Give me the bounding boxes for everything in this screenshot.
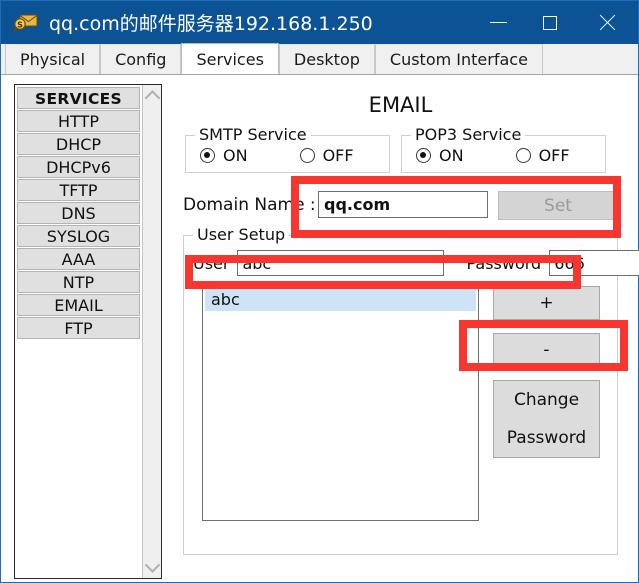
user-actions: + - Change Password xyxy=(493,286,600,458)
pop3-on-radio[interactable] xyxy=(416,148,431,163)
chevron-down-icon xyxy=(144,557,161,573)
remove-user-button[interactable]: - xyxy=(493,333,600,367)
domain-name-row: Domain Name : Set xyxy=(173,191,628,221)
user-setup-label: User Setup xyxy=(193,225,290,244)
tab-config[interactable]: Config xyxy=(100,44,182,74)
svg-text:S: S xyxy=(17,20,23,29)
sidebar-scrollbar[interactable] xyxy=(142,85,161,578)
sidebar-item-tftp[interactable]: TFTP xyxy=(17,179,140,201)
password-label: Password xyxy=(466,253,542,273)
email-panel: EMAIL SMTP Service ON OFF POP3 Service O… xyxy=(173,79,639,582)
domain-name-label: Domain Name : xyxy=(183,195,316,215)
user-list[interactable]: abc xyxy=(202,286,479,521)
pop3-radio-row: ON OFF xyxy=(402,146,605,165)
pop3-service-group: POP3 Service ON OFF xyxy=(401,125,606,173)
smtp-on-label: ON xyxy=(223,146,248,165)
change-password-line-1: Change xyxy=(513,390,580,410)
pop3-off-radio[interactable] xyxy=(515,148,531,163)
maximize-icon xyxy=(543,15,557,30)
chevron-up-icon xyxy=(144,90,161,106)
change-password-line-2: Password xyxy=(506,428,587,448)
password-input[interactable] xyxy=(549,250,639,276)
smtp-radio-row: ON OFF xyxy=(186,146,389,165)
sidebar-item-ftp[interactable]: FTP xyxy=(17,317,140,339)
pop3-service-label: POP3 Service xyxy=(411,125,526,144)
tab-custom-interface[interactable]: Custom Interface xyxy=(374,44,543,74)
smtp-on-radio[interactable] xyxy=(200,148,215,163)
title-bar: S qq.com的邮件服务器192.168.1.250 xyxy=(1,1,638,44)
smtp-off-label: OFF xyxy=(322,146,354,165)
sidebar-item-ntp[interactable]: NTP xyxy=(17,271,140,293)
add-user-button[interactable]: + xyxy=(493,286,600,320)
smtp-service-group: SMTP Service ON OFF xyxy=(185,125,390,173)
tab-desktop[interactable]: Desktop xyxy=(278,44,375,74)
window-controls xyxy=(472,1,638,44)
scroll-down-button[interactable] xyxy=(143,557,162,576)
pop3-on-label: ON xyxy=(439,146,464,165)
minimize-icon xyxy=(489,22,507,23)
close-button[interactable] xyxy=(576,1,638,44)
minimize-button[interactable] xyxy=(472,1,524,44)
smtp-service-label: SMTP Service xyxy=(195,125,311,144)
smtp-off-radio[interactable] xyxy=(299,148,315,163)
domain-name-input[interactable] xyxy=(318,191,488,218)
services-sidebar: SERVICES HTTP DHCP DHCPv6 TFTP DNS SYSLO… xyxy=(14,84,162,579)
scroll-up-button[interactable] xyxy=(143,87,162,106)
tab-content-services: SERVICES HTTP DHCP DHCPv6 TFTP DNS SYSLO… xyxy=(1,75,639,582)
sidebar-item-aaa[interactable]: AAA xyxy=(17,248,140,270)
sidebar-item-dhcp[interactable]: DHCP xyxy=(17,133,140,155)
change-password-button[interactable]: Change Password xyxy=(493,380,600,458)
tab-services[interactable]: Services xyxy=(181,43,279,74)
sidebar-header-services: SERVICES xyxy=(17,87,140,109)
sidebar-item-syslog[interactable]: SYSLOG xyxy=(17,225,140,247)
sidebar-item-email[interactable]: EMAIL xyxy=(17,294,140,316)
pop3-off-label: OFF xyxy=(538,146,570,165)
set-button[interactable]: Set xyxy=(498,191,618,220)
user-label: User xyxy=(193,253,230,273)
mail-server-icon: S xyxy=(12,12,39,34)
page-title: EMAIL xyxy=(368,93,433,117)
window-title: qq.com的邮件服务器192.168.1.250 xyxy=(49,13,373,35)
sidebar-item-http[interactable]: HTTP xyxy=(17,110,140,132)
sidebar-item-dhcpv6[interactable]: DHCPv6 xyxy=(17,156,140,178)
user-credentials-row: User Password xyxy=(193,250,639,276)
user-setup-group: User Setup User Password abc + - Change … xyxy=(183,225,639,555)
services-list: SERVICES HTTP DHCP DHCPv6 TFTP DNS SYSLO… xyxy=(15,85,142,578)
tab-bar: Physical Config Services Desktop Custom … xyxy=(1,43,638,75)
close-icon xyxy=(598,14,616,32)
list-item[interactable]: abc xyxy=(205,289,476,311)
sidebar-item-dns[interactable]: DNS xyxy=(17,202,140,224)
user-input[interactable] xyxy=(237,250,445,276)
device-config-window: S qq.com的邮件服务器192.168.1.250 Physical Con… xyxy=(0,0,639,583)
tab-physical[interactable]: Physical xyxy=(5,44,101,74)
maximize-button[interactable] xyxy=(524,1,576,44)
